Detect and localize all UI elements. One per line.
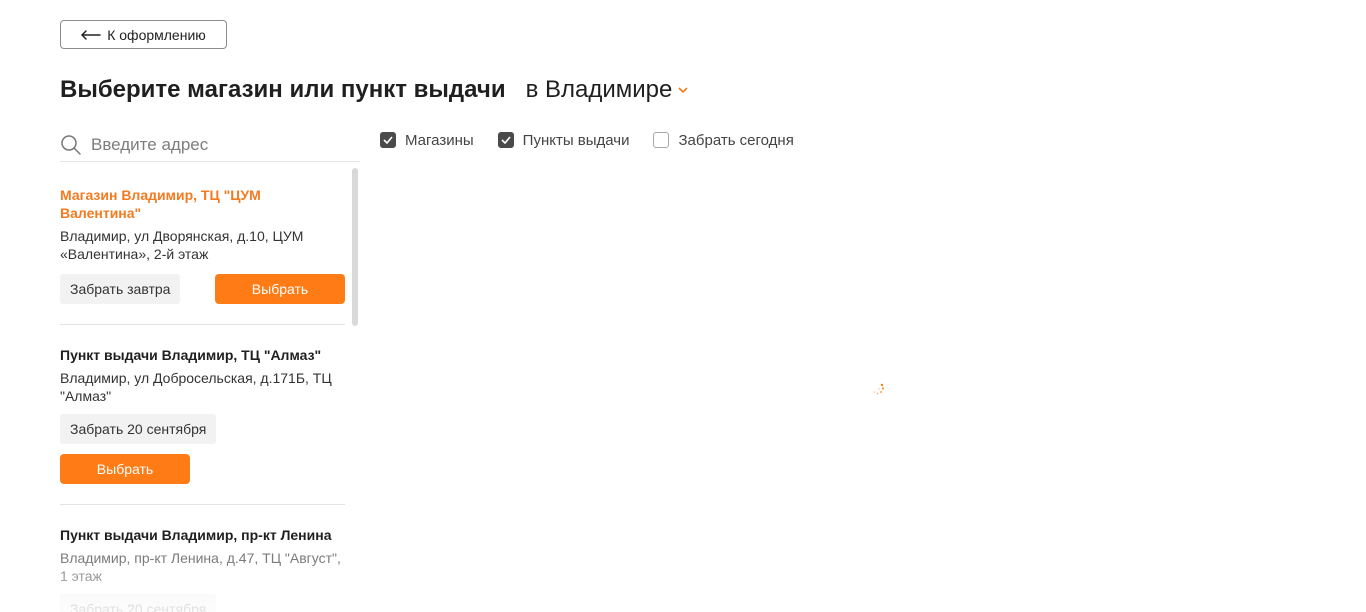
store-address: Владимир, пр-кт Ленина, д.47, ТЦ "Август…: [60, 550, 341, 584]
city-selector[interactable]: в Владимире: [526, 76, 689, 104]
page-title: Выберите магазин или пункт выдачи: [60, 76, 506, 103]
city-label: в Владимире: [525, 76, 673, 103]
filter-bar: Магазины Пункты выдачи Забрать сегодня: [380, 130, 818, 150]
spinner-icon: [873, 383, 885, 395]
filter-pickup-today[interactable]: Забрать сегодня: [653, 131, 794, 149]
map-area[interactable]: [370, 168, 1366, 612]
divider: [60, 324, 345, 325]
checkbox-unchecked-icon[interactable]: [653, 132, 670, 148]
back-to-checkout-button[interactable]: К оформлению: [60, 20, 227, 49]
pickup-date-badge: Забрать завтра: [60, 274, 181, 304]
store-name: Пункт выдачи Владимир, ТЦ "Алмаз": [60, 347, 322, 363]
arrow-left-icon: [81, 29, 101, 40]
store-address: Владимир, ул Добросельская, д.171Б, ТЦ "…: [60, 370, 332, 404]
search-icon: [61, 134, 81, 155]
chevron-down-icon: [678, 86, 688, 93]
filter-pickup-points[interactable]: Пункты выдачи: [497, 131, 630, 149]
filter-stores[interactable]: Магазины: [380, 132, 474, 149]
back-button-label: К оформлению: [107, 26, 206, 43]
store-list-item[interactable]: Пункт выдачи Владимир, пр-кт Ленина Влад…: [60, 526, 345, 612]
filter-label: Забрать сегодня: [678, 131, 794, 149]
pickup-point-page: К оформлению Выберите магазин или пункт …: [0, 0, 1366, 612]
store-name: Пункт выдачи Владимир, пр-кт Ленина: [60, 527, 332, 543]
select-store-button[interactable]: Выбрать: [60, 454, 190, 484]
checkbox-checked-icon[interactable]: [380, 132, 396, 148]
store-list-item[interactable]: Магазин Владимир, ТЦ "ЦУМ Валентина" Вла…: [60, 186, 345, 304]
pickup-date-badge: Забрать 20 сентября: [60, 414, 217, 444]
title-row: Выберите магазин или пункт выдачи в Влад…: [60, 76, 688, 104]
store-address: Владимир, ул Дворянская, д.10, ЦУМ «Вале…: [60, 228, 304, 262]
pickup-date-badge: Забрать 20 сентября: [60, 594, 217, 612]
filter-label: Пункты выдачи: [522, 131, 630, 149]
checkbox-checked-icon[interactable]: [497, 132, 514, 148]
divider: [60, 504, 345, 505]
address-search-input[interactable]: [91, 134, 341, 155]
store-name: Магазин Владимир, ТЦ "ЦУМ Валентина": [60, 187, 261, 221]
store-list-item[interactable]: Пункт выдачи Владимир, ТЦ "Алмаз" Владим…: [60, 346, 345, 484]
store-list-scrollbar[interactable]: [352, 168, 358, 326]
address-search: [60, 128, 360, 162]
select-store-button[interactable]: Выбрать: [215, 274, 345, 304]
store-list[interactable]: Магазин Владимир, ТЦ "ЦУМ Валентина" Вла…: [60, 168, 345, 612]
filter-label: Магазины: [405, 131, 474, 149]
